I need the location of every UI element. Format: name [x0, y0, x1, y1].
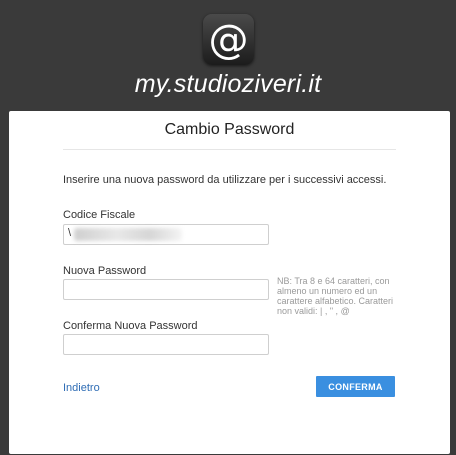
conferma-password-label: Conferma Nuova Password [63, 320, 198, 332]
codice-fiscale-input[interactable]: \ [63, 224, 269, 245]
redacted-value [74, 228, 182, 241]
codice-fiscale-label: Codice Fiscale [63, 209, 136, 221]
password-hint: NB: Tra 8 e 64 caratteri, con almeno un … [277, 276, 394, 316]
at-glyph: @ [208, 16, 249, 63]
header: @ my.studioziveri.it [0, 0, 456, 110]
conferma-password-input[interactable] [63, 334, 269, 355]
change-password-card: Cambio Password Inserire una nuova passw… [9, 111, 450, 454]
back-link[interactable]: Indietro [63, 382, 100, 394]
divider [63, 149, 396, 150]
at-sign-icon: @ [203, 14, 254, 65]
nuova-password-input[interactable] [63, 279, 269, 300]
codice-fiscale-value: \ [68, 227, 72, 239]
card-title: Cambio Password [164, 121, 295, 138]
nuova-password-label: Nuova Password [63, 265, 147, 277]
confirm-button[interactable]: CONFERMA [316, 376, 395, 397]
intro-text: Inserire una nuova password da utilizzar… [63, 174, 387, 186]
site-name: my.studioziveri.it [134, 70, 322, 98]
